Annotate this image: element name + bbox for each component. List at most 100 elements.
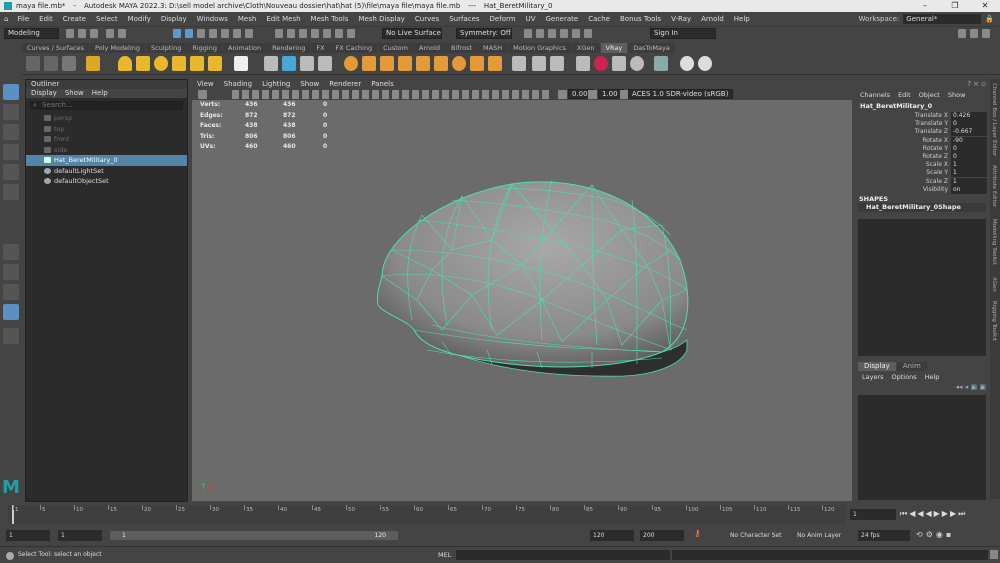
vray-hair-material-icon[interactable] (380, 56, 394, 71)
channel-rotate-x[interactable]: Rotate X -90 (856, 136, 987, 145)
viewport-menu-lighting[interactable]: Lighting (257, 79, 295, 89)
sidebar-tab-xgen[interactable]: XGen (991, 277, 997, 292)
channel-translate-x[interactable]: Translate X 0.426 (856, 112, 987, 120)
channel-box-icon[interactable] (982, 29, 990, 38)
outliner-item-hat[interactable]: Hat_BeretMilitary_0 (26, 155, 187, 166)
mode-dropdown[interactable]: Modeling (4, 28, 59, 39)
channel-visibility[interactable]: Visibility on (856, 185, 987, 194)
camera-select-icon[interactable] (198, 90, 207, 99)
vray-material-icon[interactable] (344, 56, 358, 71)
render-frame-icon[interactable] (548, 29, 556, 38)
outliner-item-default-light-set[interactable]: defaultLightSet (26, 166, 187, 177)
vray-blend-material-icon[interactable] (362, 56, 376, 71)
layer-tab-anim[interactable]: Anim (896, 362, 927, 371)
menu-display[interactable]: Display (156, 15, 192, 23)
channel-scale-x[interactable]: Scale X1 (856, 161, 987, 170)
sidebar-tab-rigging-toolkit[interactable]: Rigging Toolkit (991, 301, 997, 341)
vray-sky-icon[interactable] (550, 56, 564, 71)
menu-vray[interactable]: V-Ray (666, 15, 696, 23)
shelf-tab-sculpting[interactable]: Sculpting (146, 43, 187, 53)
vray-plane-icon[interactable] (234, 56, 248, 71)
vray-rect-light-icon[interactable] (172, 56, 186, 71)
menu-help[interactable]: Help (729, 15, 755, 23)
shelf-tab-fx[interactable]: FX (311, 43, 330, 53)
channel-scale-y[interactable]: Scale Y1 (856, 169, 987, 178)
beret-mesh[interactable] (192, 100, 852, 501)
vray-environment-fog-icon[interactable] (488, 56, 502, 71)
shelf-tab-animation[interactable]: Animation (223, 43, 267, 53)
hypershade-icon[interactable] (584, 29, 592, 38)
vray-toon-icon[interactable] (398, 56, 412, 71)
minimize-button[interactable]: – (910, 0, 940, 12)
channel-rotate-z[interactable]: Rotate Z0 (856, 153, 987, 161)
render-settings-icon[interactable] (572, 29, 580, 38)
scale-tool-icon[interactable] (3, 184, 19, 200)
menu-curves[interactable]: Curves (410, 15, 444, 23)
script-editor-icon[interactable] (990, 550, 998, 559)
close-button[interactable]: ✕ (970, 0, 1000, 12)
range-bar[interactable]: 1 120 (110, 531, 398, 540)
channel-translate-y[interactable]: Translate Y0 (856, 120, 987, 129)
time-slider-track[interactable]: 1 5 10 15 20 25 30 35 40 45 50 55 60 65 … (8, 505, 846, 524)
channelbox-menu-edit[interactable]: Edit (898, 91, 911, 99)
select-face-icon[interactable] (233, 29, 241, 38)
vray-clipper-icon[interactable] (318, 56, 332, 71)
rotate-tool-icon[interactable] (3, 164, 19, 180)
shelf-tab-poly-modeling[interactable]: Poly Modeling (90, 43, 145, 53)
vray-color-picker-icon[interactable] (594, 56, 608, 71)
anim-layer-dropdown[interactable]: No Anim Layer (794, 530, 850, 541)
vray-object-properties-icon[interactable] (434, 56, 448, 71)
vray-settings-icon[interactable] (86, 56, 100, 71)
vray-proxy-icon[interactable] (264, 56, 278, 71)
outliner-item-default-object-set[interactable]: defaultObjectSet (26, 176, 187, 187)
start-frame-field[interactable]: 1 (6, 530, 50, 541)
vray-ipr-icon[interactable] (62, 56, 76, 71)
snap-point-icon[interactable] (299, 29, 307, 38)
channel-translate-z[interactable]: Translate Z -0.667 (856, 128, 987, 137)
two-view-layout-icon[interactable] (3, 284, 19, 300)
script-language-label[interactable]: MEL (438, 551, 451, 559)
vray-sun-icon[interactable] (532, 56, 546, 71)
vray-ies-light-icon[interactable] (208, 56, 222, 71)
character-set-dropdown[interactable]: No Character Set (727, 530, 789, 541)
key-icon[interactable]: ⚷ (694, 529, 701, 539)
perspective-viewport[interactable]: Verts: 436 436 0 Edges: 872 872 0 Faces: 438 438… (192, 100, 852, 501)
vray-help-icon[interactable] (680, 56, 694, 71)
vray-displacement-icon[interactable] (416, 56, 430, 71)
construction-history-icon[interactable] (524, 29, 532, 38)
snap-curve-icon[interactable] (287, 29, 295, 38)
viewport-toolbar-icons[interactable] (232, 90, 552, 99)
undo-icon[interactable] (106, 29, 114, 38)
sign-in-dropdown[interactable]: Sign In (650, 28, 716, 39)
sidebar-tab-modelling-toolkit[interactable]: Modelling Toolkit (991, 219, 997, 265)
menu-windows[interactable]: Windows (192, 15, 233, 23)
workspace-dropdown[interactable]: General* (903, 14, 982, 24)
render-view-icon[interactable] (536, 29, 544, 38)
vray-scene-icon[interactable] (282, 56, 296, 71)
snap-view-icon[interactable] (335, 29, 343, 38)
shelf-tab-arnold[interactable]: Arnold (413, 43, 446, 53)
menu-edit[interactable]: Edit (34, 15, 58, 23)
paint-select-tool-icon[interactable] (3, 124, 19, 140)
menu-bonus-tools[interactable]: Bonus Tools (615, 15, 666, 23)
select-uv-icon[interactable] (245, 29, 253, 38)
vray-frame-buffer-icon[interactable] (26, 56, 40, 71)
anim-start-field[interactable]: 1 (58, 530, 102, 541)
menu-create[interactable]: Create (58, 15, 91, 23)
open-scene-icon[interactable] (78, 29, 86, 38)
menu-edit-mesh[interactable]: Edit Mesh (261, 15, 305, 23)
menu-surfaces[interactable]: Surfaces (444, 15, 484, 23)
end-frame-field[interactable]: 120 (590, 530, 634, 541)
outliner-item-persp[interactable]: persp (26, 113, 187, 124)
shelf-tab-rendering[interactable]: Rendering (267, 43, 311, 53)
select-object-icon[interactable] (185, 29, 193, 38)
menu-mesh-display[interactable]: Mesh Display (353, 15, 409, 23)
shelf-tab-motion-graphics[interactable]: Motion Graphics (508, 43, 571, 53)
vray-render-icon[interactable] (44, 56, 58, 71)
outliner-item-top[interactable]: top (26, 124, 187, 135)
vray-dome-light-icon[interactable] (118, 56, 132, 71)
viewport-menu-shading[interactable]: Shading (219, 79, 257, 89)
redo-icon[interactable] (118, 29, 126, 38)
shelf-tab-curves-surfaces[interactable]: Curves / Surfaces (22, 43, 90, 53)
gamma-icon[interactable] (588, 90, 597, 99)
